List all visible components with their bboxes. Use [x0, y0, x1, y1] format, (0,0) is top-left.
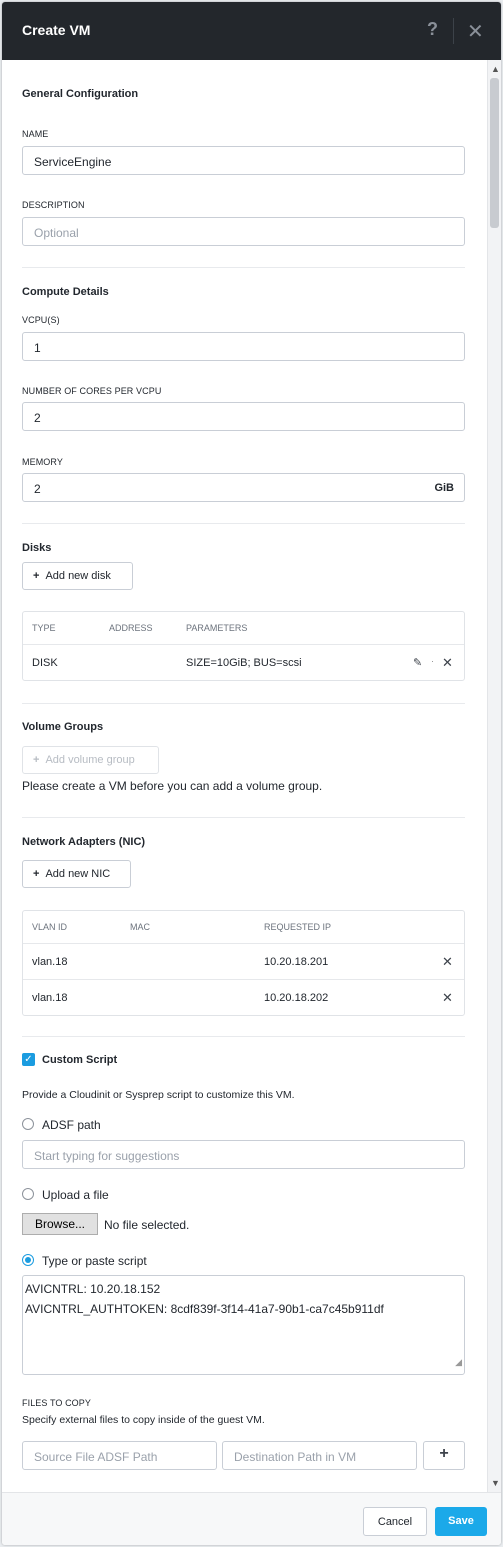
name-input[interactable]: ServiceEngine	[22, 146, 465, 175]
general-config-title: General Configuration	[22, 88, 139, 100]
custom-script-label: Custom Script	[42, 1054, 118, 1066]
add-nic-label: Add new NIC	[45, 868, 111, 880]
column-header: TYPE	[32, 623, 56, 633]
destination-path-input[interactable]: Destination Path in VM	[222, 1441, 417, 1470]
cores-label: NUMBER OF CORES PER VCPU	[22, 386, 162, 396]
section-divider	[22, 523, 465, 524]
nic-title: Network Adapters (NIC)	[22, 836, 146, 848]
browse-button[interactable]: Browse...	[22, 1213, 98, 1235]
column-header: VLAN ID	[32, 922, 68, 932]
table-header: VLAN ID MAC REQUESTED IP	[23, 911, 464, 943]
add-file-button[interactable]: +	[423, 1441, 465, 1470]
memory-value: 2	[34, 482, 41, 496]
scroll-down-icon[interactable]: ▼	[491, 1478, 500, 1488]
delete-icon[interactable]: ✕	[442, 655, 453, 671]
plus-icon: +	[33, 754, 40, 766]
column-header: ADDRESS	[109, 623, 153, 633]
dialog-title: Create VM	[22, 22, 91, 38]
add-disk-label: Add new disk	[45, 570, 111, 582]
script-textarea[interactable]: AVICNTRL: 10.20.18.152 AVICNTRL_AUTHTOKE…	[22, 1275, 465, 1375]
dialog-footer: Cancel Save	[2, 1492, 501, 1545]
files-to-copy-label: FILES TO COPY	[22, 1398, 91, 1408]
vcpu-input[interactable]: 1	[22, 332, 465, 361]
upload-file-label: Upload a file	[42, 1188, 109, 1202]
description-label: DESCRIPTION	[22, 200, 85, 210]
custom-script-checkbox[interactable]: ✓	[22, 1053, 35, 1066]
table-row: vlan.18 10.20.18.201 ✕	[23, 943, 464, 979]
vertical-scrollbar[interactable]: ▲ ▼	[487, 60, 501, 1492]
nic-ip: 10.20.18.201	[264, 956, 329, 968]
upload-file-radio[interactable]	[22, 1188, 34, 1200]
cores-input[interactable]: 2	[22, 402, 465, 431]
type-script-radio[interactable]	[22, 1254, 34, 1266]
table-row: DISK SIZE=10GiB; BUS=scsi ✎ · ✕	[23, 644, 464, 680]
volume-group-note: Please create a VM before you can add a …	[22, 779, 323, 793]
table-header: TYPE ADDRESS PARAMETERS	[23, 612, 464, 644]
disk-parameters: SIZE=10GiB; BUS=scsi	[186, 657, 302, 669]
separator-dot: ·	[431, 656, 434, 666]
add-volume-group-label: Add volume group	[45, 754, 135, 766]
section-divider	[22, 267, 465, 268]
description-input[interactable]: Optional	[22, 217, 465, 246]
header-divider	[453, 18, 454, 44]
section-divider	[22, 1036, 465, 1037]
resize-handle-icon[interactable]: ◢	[455, 1352, 462, 1372]
custom-script-description: Provide a Cloudinit or Sysprep script to…	[22, 1089, 295, 1101]
script-line: AVICNTRL_AUTHTOKEN: 8cdf839f-3f14-41a7-9…	[25, 1302, 384, 1316]
save-button[interactable]: Save	[435, 1507, 487, 1536]
scroll-up-icon[interactable]: ▲	[491, 64, 500, 74]
add-disk-button[interactable]: + Add new disk	[22, 562, 133, 590]
plus-icon: +	[33, 570, 40, 582]
cancel-button[interactable]: Cancel	[363, 1507, 427, 1536]
memory-unit: GiB	[434, 482, 454, 494]
table-row: vlan.18 10.20.18.202 ✕	[23, 979, 464, 1015]
disks-table: TYPE ADDRESS PARAMETERS DISK SIZE=10GiB;…	[22, 611, 465, 681]
dialog-header: Create VM ? ✕	[2, 2, 501, 60]
plus-icon: +	[33, 868, 40, 880]
source-path-input[interactable]: Source File ADSF Path	[22, 1441, 217, 1470]
delete-icon[interactable]: ✕	[442, 990, 453, 1006]
no-file-text: No file selected.	[104, 1218, 190, 1232]
help-icon[interactable]: ?	[427, 19, 438, 40]
adsf-path-label: ADSF path	[42, 1118, 101, 1132]
files-to-copy-description: Specify external files to copy inside of…	[22, 1414, 265, 1426]
nic-ip: 10.20.18.202	[264, 992, 329, 1004]
nic-vlan: vlan.18	[32, 992, 68, 1004]
adsf-path-input[interactable]: Start typing for suggestions	[22, 1140, 465, 1169]
column-header: REQUESTED IP	[264, 922, 332, 932]
column-header: MAC	[130, 922, 150, 932]
delete-icon[interactable]: ✕	[442, 954, 453, 970]
nic-vlan: vlan.18	[32, 956, 68, 968]
vcpu-label: VCPU(S)	[22, 315, 60, 325]
section-divider	[22, 703, 465, 704]
disk-type: DISK	[32, 657, 58, 669]
column-header: PARAMETERS	[186, 623, 248, 633]
close-icon[interactable]: ✕	[467, 19, 484, 44]
name-label: NAME	[22, 129, 49, 139]
adsf-path-radio[interactable]	[22, 1118, 34, 1130]
edit-icon[interactable]: ✎	[413, 656, 422, 669]
disks-title: Disks	[22, 542, 52, 554]
add-volume-group-button[interactable]: + Add volume group	[22, 746, 159, 774]
scrollbar-thumb[interactable]	[490, 78, 499, 228]
add-nic-button[interactable]: + Add new NIC	[22, 860, 131, 888]
memory-label: MEMORY	[22, 457, 63, 467]
type-script-label: Type or paste script	[42, 1254, 147, 1268]
nic-table: VLAN ID MAC REQUESTED IP vlan.18 10.20.1…	[22, 910, 465, 1016]
script-line: AVICNTRL: 10.20.18.152	[25, 1282, 161, 1296]
volume-groups-title: Volume Groups	[22, 721, 104, 733]
memory-input[interactable]: 2 GiB	[22, 473, 465, 502]
compute-details-title: Compute Details	[22, 286, 109, 298]
create-vm-dialog: Create VM ? ✕ ▲ ▼ General Configuration …	[2, 2, 501, 1545]
section-divider	[22, 817, 465, 818]
